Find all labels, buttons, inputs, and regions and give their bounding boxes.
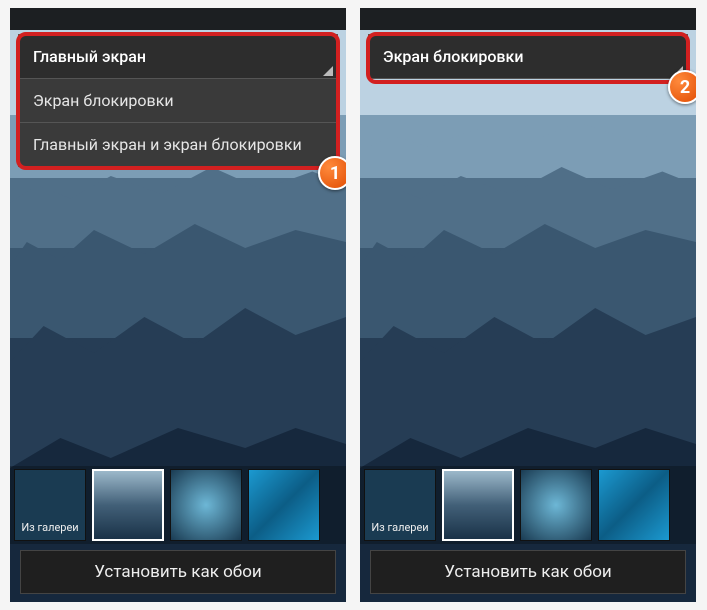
gallery-label: Из галереи [21,522,78,540]
dropdown-option-both[interactable]: Главный экран и экран блокировки [19,123,337,166]
thumb-from-gallery[interactable]: Из галереи [364,469,436,541]
spinner-indicator-icon [323,66,333,76]
option-label: Главный экран и экран блокировки [33,135,302,154]
option-label: Главный экран [33,47,146,66]
phone-left: Главный экран Экран блокировки Главный э… [10,8,346,602]
set-wallpaper-button[interactable]: Установить как обои [370,550,686,594]
thumb-option[interactable] [598,469,670,541]
target-dropdown-expanded: Главный экран Экран блокировки Главный э… [18,34,338,167]
dropdown-selected-value[interactable]: Экран блокировки [369,35,687,78]
button-label: Установить как обои [444,562,611,582]
wallpaper-thumbnails: Из галереи [10,466,346,544]
option-label: Экран блокировки [33,91,174,110]
status-bar [10,8,346,30]
annotation-badge-1: 1 [318,156,346,190]
thumb-option[interactable] [170,469,242,541]
option-label: Экран блокировки [383,47,524,66]
status-bar [360,8,696,30]
annotation-badge-2: 2 [668,70,696,104]
target-dropdown-collapsed[interactable]: Экран блокировки [368,34,688,79]
gallery-label: Из галереи [371,522,428,540]
button-label: Установить как обои [94,562,261,582]
set-wallpaper-button[interactable]: Установить как обои [20,550,336,594]
thumb-option[interactable] [520,469,592,541]
thumb-option[interactable] [248,469,320,541]
thumb-selected[interactable] [92,469,164,541]
badge-number: 1 [330,163,340,184]
thumb-selected[interactable] [442,469,514,541]
dropdown-option-lock[interactable]: Экран блокировки [19,79,337,123]
dropdown-option-home[interactable]: Главный экран [19,35,337,79]
wallpaper-thumbnails: Из галереи [360,466,696,544]
screenshot-pair: Главный экран Экран блокировки Главный э… [0,0,707,610]
thumb-from-gallery[interactable]: Из галереи [14,469,86,541]
badge-number: 2 [680,77,690,98]
phone-right: Экран блокировки 2 Из галереи Установить… [360,8,696,602]
